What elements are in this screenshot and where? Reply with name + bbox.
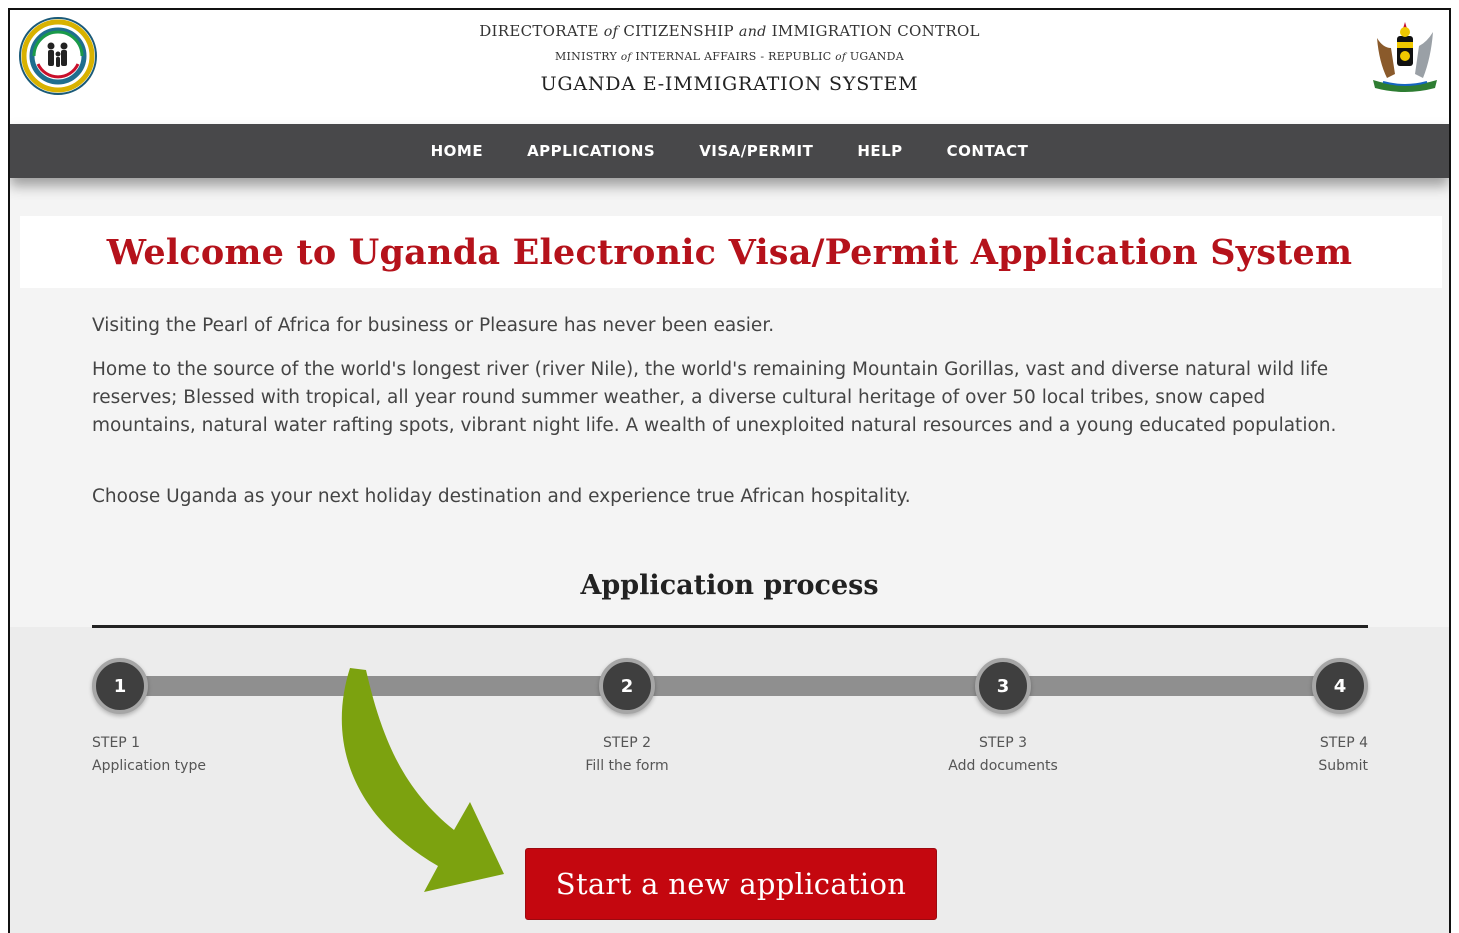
step-1-marker: 1 xyxy=(92,658,148,714)
step-1-text: Application type xyxy=(92,758,206,774)
main-navigation: HOME APPLICATIONS VISA/PERMIT HELP CONTA… xyxy=(10,124,1449,178)
progress-track xyxy=(110,676,1350,696)
step-1-number: STEP 1 xyxy=(92,735,141,751)
header-titles: DIRECTORATE of CITIZENSHIP and IMMIGRATI… xyxy=(10,22,1449,95)
section-divider xyxy=(92,625,1368,628)
nav-help[interactable]: HELP xyxy=(835,124,924,178)
step-2-number: STEP 2 xyxy=(602,735,652,751)
ministry-title: MINISTRY of INTERNAL AFFAIRS - REPUBLIC … xyxy=(554,50,905,63)
nav-applications[interactable]: APPLICATIONS xyxy=(505,124,677,178)
curved-arrow-icon xyxy=(341,668,504,892)
step-2-marker: 2 xyxy=(599,658,655,714)
page-frame: DIRECTORATE of CITIZENSHIP and IMMIGRATI… xyxy=(8,8,1451,933)
step-3-number: STEP 3 xyxy=(978,735,1028,751)
start-new-application-button[interactable]: Start a new application xyxy=(525,848,937,920)
step-4-label: STEP 4 Submit xyxy=(1268,732,1368,778)
intro-paragraph: Visiting the Pearl of Africa for busines… xyxy=(92,315,775,336)
site-header: DIRECTORATE of CITIZENSHIP and IMMIGRATI… xyxy=(10,10,1449,124)
step-4-number: STEP 4 xyxy=(1319,735,1368,751)
closing-paragraph: Choose Uganda as your next holiday desti… xyxy=(92,486,911,507)
nav-home[interactable]: HOME xyxy=(409,124,505,178)
nav-visa-permit[interactable]: VISA/PERMIT xyxy=(677,124,835,178)
page-title: Welcome to Uganda Electronic Visa/Permit… xyxy=(106,232,1353,273)
step-4-marker: 4 xyxy=(1312,658,1368,714)
step-3-text: Add documents xyxy=(948,758,1058,774)
step-2-text: Fill the form xyxy=(585,758,669,774)
description-paragraph: Home to the source of the world's longes… xyxy=(92,359,1337,436)
system-title: UGANDA E-IMMIGRATION SYSTEM xyxy=(540,73,919,95)
process-title: Application process xyxy=(580,570,879,601)
directorate-title: DIRECTORATE of CITIZENSHIP and IMMIGRATI… xyxy=(479,22,980,40)
nav-contact[interactable]: CONTACT xyxy=(925,124,1051,178)
step-4-text: Submit xyxy=(1318,758,1368,774)
step-1-label: STEP 1 Application type xyxy=(92,732,206,778)
step-2-label: STEP 2 Fill the form xyxy=(567,732,687,778)
uganda-coat-of-arms-icon[interactable] xyxy=(1369,18,1441,96)
step-3-label: STEP 3 Add documents xyxy=(933,732,1073,778)
step-3-marker: 3 xyxy=(975,658,1031,714)
